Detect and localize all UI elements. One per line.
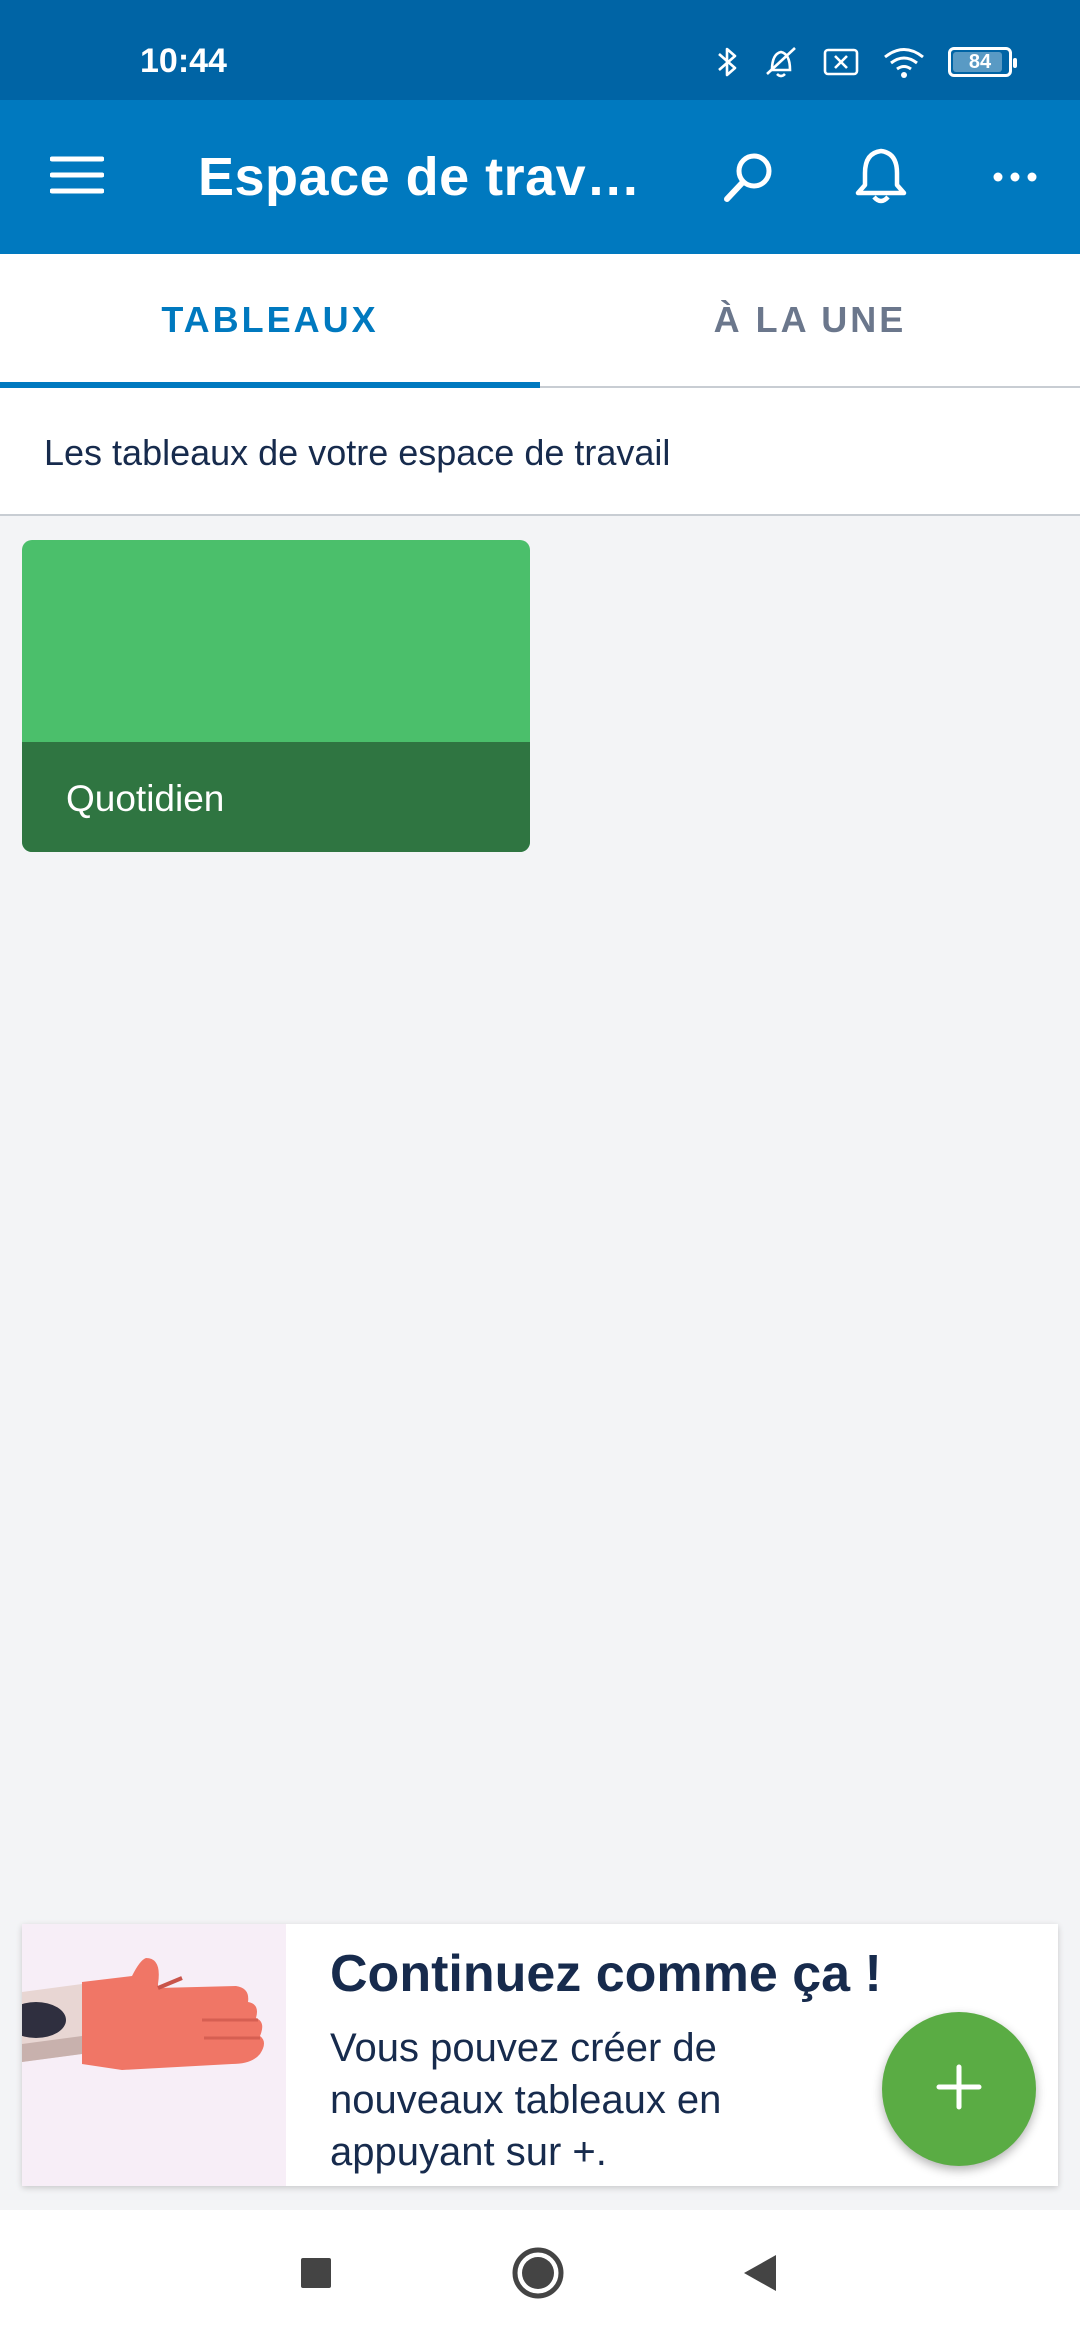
- muted-alarm-icon: [762, 44, 800, 80]
- home-icon: [511, 2246, 565, 2305]
- status-icons: 84: [716, 42, 1017, 82]
- plus-icon: [935, 2063, 983, 2116]
- home-button[interactable]: [508, 2245, 568, 2305]
- tab-tableaux[interactable]: TABLEAUX: [0, 254, 540, 386]
- status-time: 10:44: [140, 42, 227, 80]
- tip-title: Continuez comme ça !: [330, 1945, 882, 2003]
- menu-icon: [49, 155, 105, 200]
- tab-a-la-une[interactable]: À LA UNE: [540, 254, 1080, 386]
- bluetooth-icon: [716, 44, 740, 80]
- battery-icon: 84: [948, 47, 1017, 77]
- wifi-icon: [882, 45, 926, 79]
- page-title: Espace de travai…: [198, 147, 668, 207]
- menu-button[interactable]: [40, 144, 114, 210]
- battery-text: 84: [968, 50, 992, 73]
- search-icon: [721, 149, 777, 210]
- app-bar: Espace de travai…: [0, 100, 1080, 254]
- status-bar: 10:44 84: [0, 0, 1080, 100]
- system-nav-bar: [0, 2210, 1080, 2340]
- tab-bar: TABLEAUX À LA UNE: [0, 254, 1080, 388]
- recents-button[interactable]: [286, 2245, 346, 2305]
- add-board-button[interactable]: [882, 2012, 1036, 2166]
- board-name: Quotidien: [66, 778, 225, 819]
- back-button[interactable]: [730, 2245, 790, 2305]
- bell-icon: [852, 145, 910, 212]
- board-tile[interactable]: Quotidien: [22, 540, 530, 852]
- section-heading: Les tableaux de votre espace de travail: [44, 432, 671, 473]
- section-header: Les tableaux de votre espace de travail: [0, 388, 1080, 516]
- search-button[interactable]: [714, 144, 784, 214]
- tip-body: Vous pouvez créer de nouveaux tableaux e…: [330, 2026, 722, 2174]
- thumbs-up-illustration: [22, 1924, 286, 2186]
- recents-icon: [299, 2256, 333, 2295]
- notifications-button[interactable]: [846, 142, 916, 214]
- board-tile-footer: Quotidien: [22, 742, 530, 852]
- more-icon: [992, 170, 1038, 188]
- more-options-button[interactable]: [980, 144, 1050, 214]
- sim-off-icon: [822, 46, 860, 78]
- back-icon: [740, 2253, 780, 2298]
